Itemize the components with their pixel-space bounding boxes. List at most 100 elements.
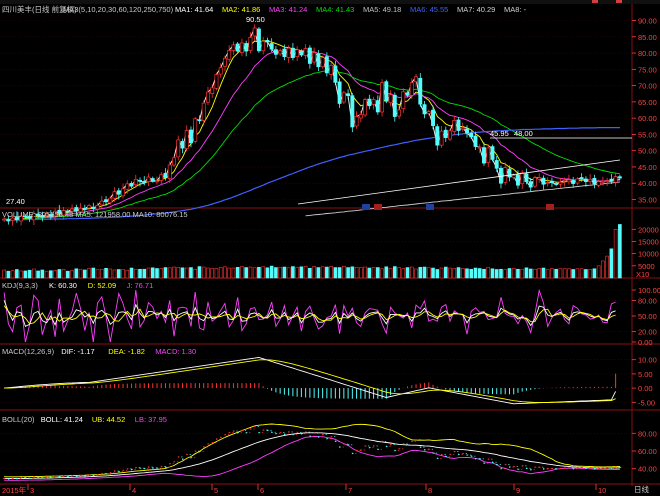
candle xyxy=(87,205,92,209)
event-marker xyxy=(362,204,370,210)
candle xyxy=(142,180,147,183)
candle xyxy=(605,180,610,182)
candle xyxy=(452,120,457,132)
candle xyxy=(193,118,198,142)
candle xyxy=(494,160,499,169)
candle xyxy=(261,40,266,52)
volume-bar xyxy=(108,268,113,279)
period-label[interactable]: 日线 xyxy=(634,484,649,494)
volume-bar xyxy=(426,267,431,279)
volume-bar xyxy=(99,268,104,279)
volume-bar xyxy=(592,268,597,279)
y-tick-label: 40.00 xyxy=(638,179,657,188)
candle xyxy=(2,218,7,221)
candle xyxy=(532,177,537,187)
candle xyxy=(380,82,385,113)
candle xyxy=(507,168,512,178)
y-tick-label: 65.00 xyxy=(638,98,657,107)
candle xyxy=(583,178,588,182)
legend-item: K: 60.30 xyxy=(49,281,77,290)
candle xyxy=(299,50,304,56)
volume-bar xyxy=(138,268,142,279)
candle xyxy=(248,37,253,51)
volume-bar xyxy=(248,266,253,279)
candle xyxy=(456,119,461,131)
candle xyxy=(155,180,159,183)
volume-bar xyxy=(91,267,96,279)
volume-bar xyxy=(10,270,15,279)
candle xyxy=(116,190,121,195)
volume-bar xyxy=(83,269,87,279)
candle xyxy=(333,65,338,83)
candle xyxy=(269,43,274,50)
candle xyxy=(384,81,389,102)
candle xyxy=(562,179,567,182)
candle xyxy=(511,175,516,178)
volume-bar xyxy=(197,266,202,279)
legend-item: BOLL(20) xyxy=(2,415,35,424)
legend-item: MACD(12,26,9) xyxy=(2,347,55,356)
volume-bar xyxy=(482,268,486,279)
event-marker xyxy=(546,204,554,210)
y-tick-label: 0.00 xyxy=(638,338,653,347)
volume-bar xyxy=(61,268,66,279)
x-tick-label: 7 xyxy=(348,486,352,495)
volume-bar xyxy=(465,268,469,279)
candle xyxy=(473,135,478,147)
volume-bar xyxy=(333,267,338,279)
candle xyxy=(324,56,329,74)
volume-bar xyxy=(384,266,389,279)
volume-bar xyxy=(439,267,444,279)
event-marker xyxy=(374,204,382,210)
volume-bar xyxy=(418,266,423,279)
y-tick-label: 75.00 xyxy=(638,65,657,74)
stock-chart[interactable]: 四川美丰(日线 前复权) MA3(5,10,20,30,60,120,250,7… xyxy=(0,0,660,496)
volume-bar xyxy=(155,268,159,279)
volume-bar xyxy=(180,267,185,279)
candle xyxy=(554,183,559,185)
candle xyxy=(184,130,189,149)
volume-bar xyxy=(414,268,418,279)
volume-legend: VOLUME: 205558.48 MA5: 121958.00 MA10: 8… xyxy=(2,210,188,219)
candle xyxy=(218,67,223,75)
candle xyxy=(579,177,584,179)
candle xyxy=(414,76,418,83)
event-marker xyxy=(426,204,434,210)
y-tick-label: 35.00 xyxy=(638,195,657,204)
candle xyxy=(112,191,117,199)
candle xyxy=(235,43,240,52)
candle xyxy=(388,94,393,104)
candle xyxy=(465,128,469,134)
volume-bar xyxy=(23,270,28,279)
y-tick-label: 40.00 xyxy=(638,465,657,474)
volume-bar xyxy=(380,268,384,279)
volume-bar xyxy=(397,267,401,279)
candle xyxy=(409,82,414,96)
volume-bar xyxy=(15,269,19,279)
legend-item: DIF: -1.17 xyxy=(61,347,94,356)
volume-bar xyxy=(312,266,316,279)
volume-bar xyxy=(579,268,584,279)
x-tick-label: 4 xyxy=(132,486,136,495)
candle xyxy=(239,42,244,53)
y-tick-label: 20.00 xyxy=(638,328,657,337)
candle xyxy=(189,129,193,144)
volume-bar xyxy=(473,267,478,279)
candle xyxy=(108,197,113,204)
volume-bar xyxy=(104,267,108,279)
candle xyxy=(176,139,181,158)
volume-bar xyxy=(571,269,575,279)
y-tick-label: 90.00 xyxy=(638,17,657,26)
candle xyxy=(121,188,125,197)
volume-bar xyxy=(354,266,359,279)
candle xyxy=(613,176,618,183)
volume-bar xyxy=(554,268,558,279)
volume-bar xyxy=(40,269,45,279)
volume-bar xyxy=(231,267,236,279)
candle xyxy=(363,99,368,116)
volume-bar xyxy=(112,269,117,279)
candle xyxy=(290,47,295,58)
volume-bar xyxy=(57,269,62,279)
volume-bar xyxy=(393,266,397,279)
volume-bar xyxy=(214,267,219,279)
